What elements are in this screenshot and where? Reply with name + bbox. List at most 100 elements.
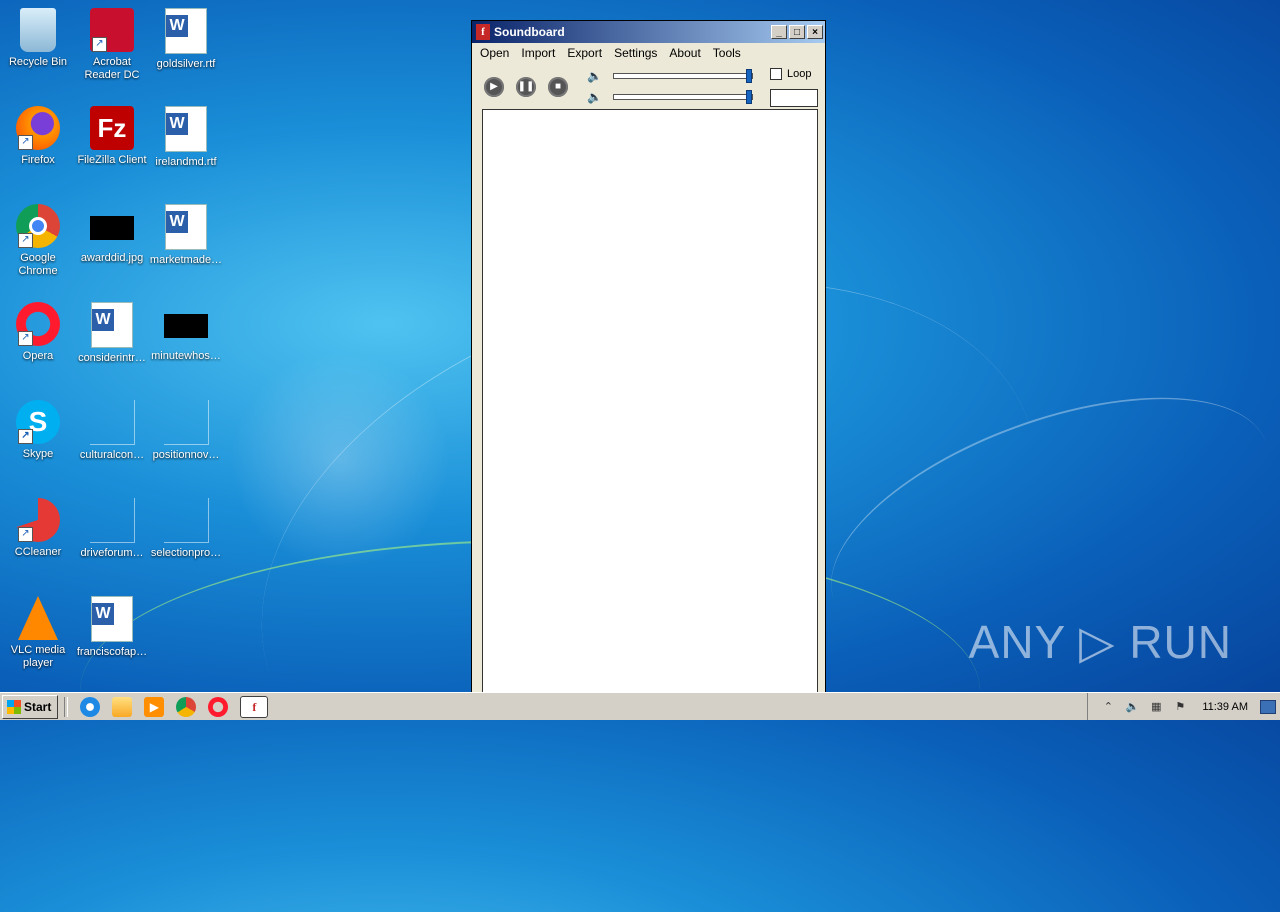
soundboard-window: f Soundboard _ □ × Open Import Export Se… [471,20,826,701]
value-field[interactable] [770,89,818,107]
play-icon: ▶ [490,81,498,92]
clock[interactable]: 11:39 AM [1202,701,1248,713]
volume-slider-thumb[interactable] [746,69,752,83]
opera-icon: ↗ [16,302,60,346]
internet-explorer-icon[interactable] [80,696,101,717]
desktop-icon-label: driveforum… [80,547,144,559]
windows-logo-icon [7,699,21,714]
sound-list-panel[interactable] [482,109,818,701]
desktop-icon-vlc[interactable]: VLC media player [0,596,76,670]
checkbox-box[interactable] [770,68,782,80]
menu-about[interactable]: About [663,46,706,60]
wallpaper-glow [230,350,450,570]
volume-slider-thumb[interactable] [746,90,752,104]
desktop-icon-marketmade[interactable]: marketmade… [148,204,224,267]
firefox-icon: ↗ [16,106,60,150]
skype-icon: S ↗ [16,400,60,444]
pause-button[interactable]: ❚❚ [516,77,536,97]
stop-button[interactable]: ■ [548,77,568,97]
word-document-icon [165,204,207,250]
desktop-icon-label: Google Chrome [18,252,58,277]
start-button[interactable]: Start [2,694,59,719]
desktop-icon-selectionpro[interactable]: selectionpro… [148,498,224,560]
minimize-button[interactable]: _ [771,25,787,39]
file-icon [163,498,209,543]
file-icon [163,400,209,445]
desktop-icon-label: CCleaner [14,546,62,558]
desktop-icon-chrome[interactable]: ↗ Google Chrome [0,204,76,278]
word-document-icon [165,8,207,54]
desktop-icon-label: goldsilver.rtf [156,58,216,70]
volume-tray-icon[interactable]: 🔈 [1124,699,1140,715]
loop-checkbox[interactable]: Loop [770,68,811,80]
show-desktop-button[interactable] [1260,699,1276,714]
desktop-icon-positionnov[interactable]: positionnov… [148,400,224,462]
desktop-icon-filezilla[interactable]: Fz FileZilla Client [74,106,150,167]
image-file-icon [164,314,208,338]
desktop-icon-considerintr[interactable]: considerintr… [74,302,150,365]
word-document-icon [165,106,207,152]
desktop-icon-label: culturalcon… [79,449,145,461]
desktop-icon-label: irelandmd.rtf [155,156,217,168]
desktop-icon-label: Skype [22,448,54,460]
word-document-icon [91,596,133,642]
menu-import[interactable]: Import [515,46,561,60]
network-tray-icon[interactable]: ▦ [1148,699,1164,715]
desktop-icon-label: VLC media player [10,644,66,669]
file-explorer-icon[interactable] [112,696,133,717]
menu-tools[interactable]: Tools [707,46,747,60]
menu-open[interactable]: Open [474,46,515,60]
anyrun-watermark: ANY ▷ RUN [968,616,1232,668]
desktop-icon-label: positionnov… [152,449,220,461]
chrome-taskbar-icon[interactable] [176,696,197,717]
show-hidden-icons-icon[interactable]: ⌃ [1100,699,1116,715]
desktop-icon-label: franciscofap… [76,646,148,658]
desktop-icon-minutewhos[interactable]: minutewhos… [148,302,224,363]
desktop-icon-label: minutewhos… [151,350,221,362]
taskbar: Start ▶ f ⌃ 🔈 ▦ ⚑ 11:39 AM [0,692,1280,720]
maximize-button[interactable]: □ [789,25,805,39]
action-center-flag-icon[interactable]: ⚑ [1172,699,1188,715]
desktop-icon-label: Recycle Bin [8,56,68,68]
acrobat-icon: ↗ [90,8,134,52]
desktop-icon-ccleaner[interactable]: ↗ CCleaner [0,498,76,559]
loop-label: Loop [787,68,812,80]
menu-export[interactable]: Export [561,46,608,60]
desktop-icon-awarddid[interactable]: awarddid.jpg [74,204,150,265]
desktop-icon-goldsilver[interactable]: goldsilver.rtf [148,8,224,71]
desktop-icon-opera[interactable]: ↗ Opera [0,302,76,363]
close-button[interactable]: × [807,25,823,39]
desktop-icon-irelandmd[interactable]: irelandmd.rtf [148,106,224,169]
ccleaner-icon: ↗ [16,498,60,542]
volume-slider-2[interactable] [613,90,753,104]
desktop-icon-firefox[interactable]: ↗ Firefox [0,106,76,167]
desktop-icon-franciscofap[interactable]: franciscofap… [74,596,150,659]
pause-icon: ❚❚ [517,81,535,92]
desktop-icon-label: awarddid.jpg [80,252,144,264]
desktop-icon-label: Firefox [21,154,55,166]
soundboard-taskbar-button[interactable]: f [240,695,269,718]
speaker-icon: 🔈 [587,69,602,83]
menu-settings[interactable]: Settings [608,46,663,60]
play-button[interactable]: ▶ [484,77,504,97]
window-title: Soundboard [494,25,565,39]
playback-controls: ▶ ❚❚ ■ 🔈 🔈 Loop [472,63,825,111]
media-player-icon[interactable]: ▶ [144,696,165,717]
image-file-icon [90,216,134,240]
system-tray: ⌃ 🔈 ▦ ⚑ 11:39 AM [1087,693,1280,720]
soundboard-app-icon: f [476,24,490,40]
file-icon [89,498,135,543]
desktop-icon-skype[interactable]: S ↗ Skype [0,400,76,461]
volume-slider-1[interactable] [613,69,753,83]
desktop-icon-culturalcon[interactable]: culturalcon… [74,400,150,462]
stop-icon: ■ [554,81,562,92]
filezilla-icon: Fz [90,106,134,150]
desktop-icon-label: marketmade… [149,254,223,266]
desktop-icon-acrobat[interactable]: ↗ Acrobat Reader DC [74,8,150,82]
desktop-icon-recycle-bin[interactable]: Recycle Bin [0,8,76,69]
desktop-icon-label: selectionpro… [150,547,222,559]
opera-taskbar-icon[interactable] [208,696,229,717]
menu-bar: Open Import Export Settings About Tools [472,43,825,63]
window-titlebar[interactable]: f Soundboard _ □ × [472,21,825,43]
desktop-icon-driveforum[interactable]: driveforum… [74,498,150,560]
